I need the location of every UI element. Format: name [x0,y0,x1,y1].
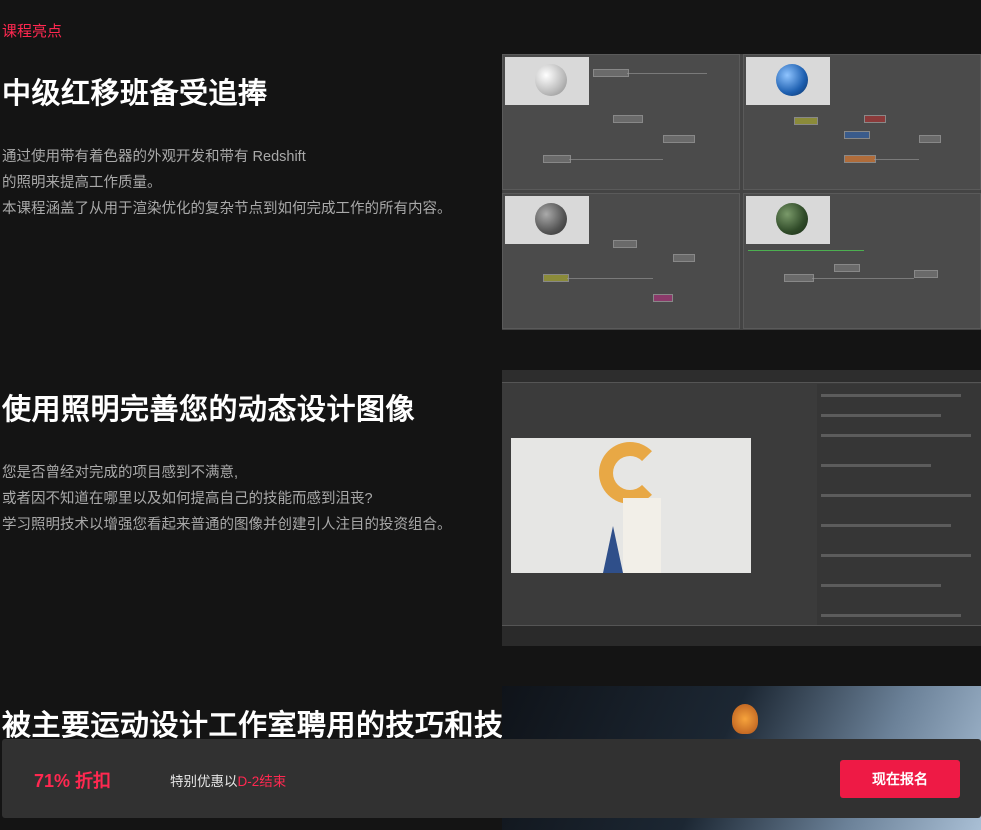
pedestal-block [623,498,661,573]
shader-node [864,115,886,123]
app-menubar [502,370,981,383]
material-preview [505,196,589,244]
material-sphere [776,203,808,235]
material-preview [746,57,830,105]
material-sphere [535,64,567,96]
shader-node [653,294,673,302]
node-wire [567,278,653,279]
timeline-bar [502,625,981,646]
promo-bar: 71% 折扣 特别优惠以D-2结束 现在报名 [2,739,981,818]
3d-app-screenshot [502,370,981,646]
shader-node [663,135,695,143]
material-sphere [776,64,808,96]
shader-node [784,274,814,282]
description-line: 学习照明技术以增强您看起来普通的图像并创建引人注目的投资组合。 [2,517,452,533]
enroll-now-button[interactable]: 现在报名 [840,760,960,798]
shader-node [844,131,870,139]
render-viewport [511,438,751,573]
node-editor-pane [743,54,981,190]
offer-text: 特别优惠以D-2结束 [170,770,286,790]
attribute-row [821,494,971,497]
shader-node [834,264,860,272]
section-description: 通过使用带有着色器的外观开发和带有 Redshift 的照明来提高工作质量。 本… [2,144,497,222]
shader-node [543,155,571,163]
description-line: 的照明来提高工作质量。 [2,175,162,191]
shader-node [919,135,941,143]
section-tag: 课程亮点 [2,23,63,40]
description-line: 本课程涵盖了从用于渲染优化的复杂节点到如何完成工作的所有内容。 [2,201,452,217]
node-wire [748,250,864,251]
shader-node [914,270,938,278]
node-editor-pane [502,54,740,190]
node-editor-screenshot [502,54,981,330]
c-letter-model [599,442,661,504]
node-editor-pane [743,193,981,329]
section-description: 您是否曾经对完成的项目感到不满意, 或者因不知道在哪里以及如何提高自己的技能而感… [2,460,497,538]
section-title: 被主要运动设计工作室聘用的技巧和技 [2,710,504,742]
discount-label: 71% 折扣 [34,771,112,791]
attribute-row [821,614,961,617]
description-line: 或者因不知道在哪里以及如何提高自己的技能而感到沮丧? [2,491,373,507]
attribute-row [821,394,961,397]
attribute-row [821,434,971,437]
shader-node [844,155,876,163]
attributes-panel [817,384,981,632]
attribute-row [821,414,941,417]
material-preview [746,196,830,244]
material-preview [505,57,589,105]
shader-node [613,240,637,248]
shader-node [794,117,818,125]
description-line: 您是否曾经对完成的项目感到不满意, [2,465,239,481]
node-wire [812,278,914,279]
shader-node [613,115,643,123]
node-wire [874,159,919,160]
description-line: 通过使用带有着色器的外观开发和带有 Redshift [2,149,306,165]
blue-wedge [603,526,623,573]
material-sphere [535,203,567,235]
section-title: 使用照明完善您的动态设计图像 [2,394,416,426]
offer-prefix: 特别优惠以 [170,774,238,789]
attribute-row [821,554,971,557]
attribute-row [821,584,941,587]
node-editor-pane [502,193,740,329]
attribute-row [821,464,931,467]
shader-node [673,254,695,262]
node-wire [569,159,663,160]
node-wire [627,73,707,74]
flower-decoration [732,704,758,734]
shader-node [543,274,569,282]
attribute-row [821,524,951,527]
shader-node [593,69,629,77]
offer-countdown: D-2结束 [237,774,287,789]
section-title: 中级红移班备受追捧 [2,78,268,110]
